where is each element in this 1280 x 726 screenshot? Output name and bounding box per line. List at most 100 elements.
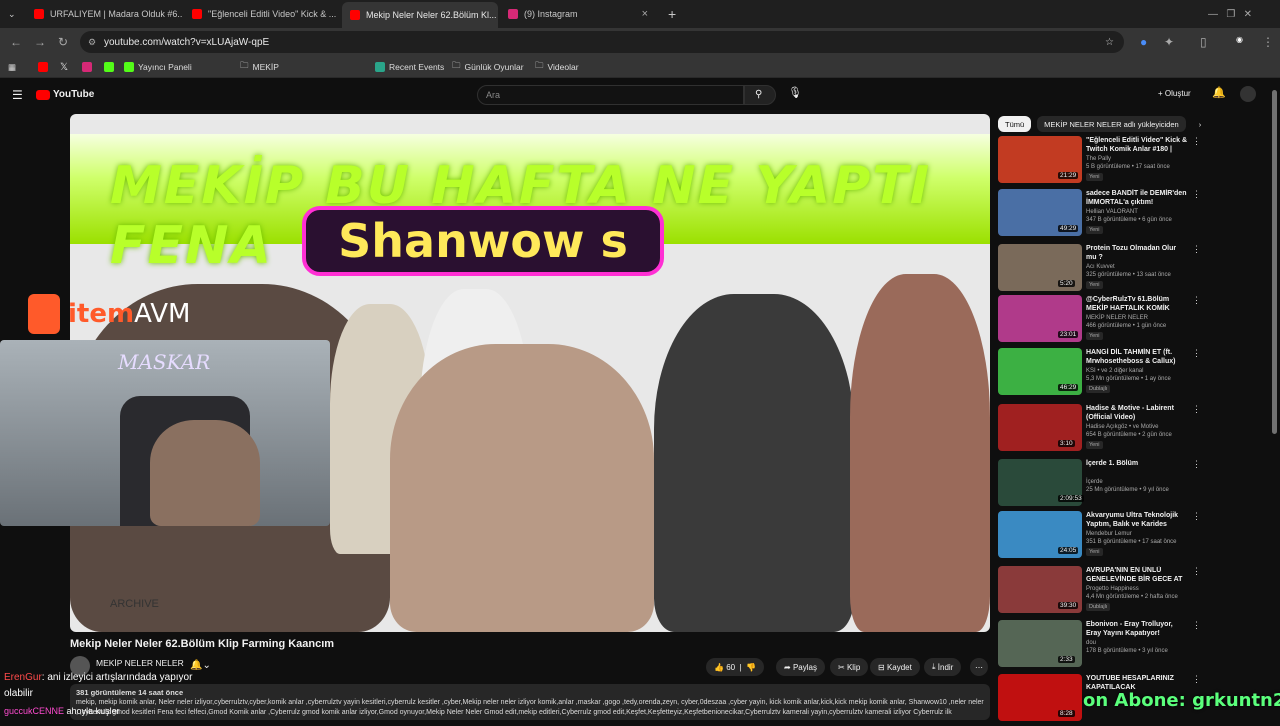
rec-channel[interactable]: KSI • ve 2 diğer kanal bbox=[1086, 368, 1143, 374]
microphone-icon[interactable]: 🎙 bbox=[788, 86, 802, 99]
description-box[interactable]: 381 görüntüleme 14 saat önce mekip, meki… bbox=[70, 684, 990, 720]
rec-channel[interactable]: Mendebur Lemur bbox=[1086, 531, 1132, 537]
rec-channel[interactable]: Acı Kuvvet bbox=[1086, 264, 1115, 270]
back-icon[interactable]: ← bbox=[10, 35, 22, 49]
more-options-icon[interactable]: ⋮ bbox=[1192, 620, 1201, 631]
bookmark-recent-events[interactable]: Recent Events bbox=[375, 60, 444, 74]
bookmark-yayinci-paneli[interactable]: Yayıncı Paneli bbox=[124, 60, 192, 74]
notifications-bell-icon[interactable]: 🔔 bbox=[1212, 86, 1226, 99]
rec-title[interactable]: HANGİ DİL TAHMİN ET (ft. Mrwhosetheboss … bbox=[1086, 348, 1188, 366]
rec-title[interactable]: Protein Tozu Olmadan Olur mu ? bbox=[1086, 244, 1188, 262]
chevron-right-icon[interactable]: › bbox=[1192, 116, 1209, 132]
recommended-video[interactable]: 3:10 Hadise & Motive - Labirent (Official… bbox=[998, 404, 1201, 456]
tab-3[interactable]: (9) Instagram × bbox=[500, 4, 656, 24]
forward-icon[interactable]: → bbox=[34, 35, 46, 49]
chip-uploader[interactable]: MEKİP NELER NELER adlı yükleyiciden bbox=[1037, 116, 1186, 132]
rec-title[interactable]: "Eğlenceli Editli Video" Kick & Twitch K… bbox=[1086, 136, 1188, 154]
more-options-icon[interactable]: ⋮ bbox=[1192, 244, 1201, 255]
extension-icon[interactable]: ● bbox=[1140, 35, 1147, 49]
rec-channel[interactable]: Hellian VALORANT bbox=[1086, 209, 1138, 215]
more-options-icon[interactable]: ⋮ bbox=[1192, 136, 1201, 147]
bookmark-kick[interactable] bbox=[104, 60, 118, 74]
account-avatar[interactable] bbox=[1240, 86, 1256, 102]
rec-channel[interactable]: The Pally bbox=[1086, 156, 1111, 162]
tab-2-active[interactable]: Mekip Neler Neler 62.Bölüm Kl... × bbox=[342, 2, 498, 28]
rec-channel[interactable]: İçerde bbox=[1086, 479, 1103, 485]
more-options-icon[interactable]: ⋮ bbox=[1192, 404, 1201, 415]
recommended-video[interactable]: 49:29 sadece BANDİT ile DEMİR'den İMMORTA… bbox=[998, 189, 1201, 241]
save-button[interactable]: ⊟ Kaydet bbox=[870, 658, 920, 676]
url-field[interactable]: ⚙ youtube.com/watch?v=xLUAjaW-qpE ☆ bbox=[80, 31, 1124, 53]
search-button[interactable]: ⚲ bbox=[744, 85, 776, 105]
site-info-icon[interactable]: ⚙ bbox=[88, 37, 96, 48]
sidepanel-icon[interactable]: ▯ bbox=[1200, 35, 1207, 49]
clip-button[interactable]: ✂ Klip bbox=[830, 658, 869, 676]
new-tab-button[interactable]: + bbox=[660, 4, 680, 24]
more-options-icon[interactable]: ⋮ bbox=[1192, 348, 1201, 359]
recommended-video[interactable]: 8:28 YOUTUBE HESAPLARINIZ KAPATILACAK ⋮ bbox=[998, 674, 1201, 726]
more-options-icon[interactable]: ⋮ bbox=[1192, 566, 1201, 577]
share-button[interactable]: ➦ Paylaş bbox=[776, 658, 825, 676]
recommended-video[interactable]: 24:05 Akvaryumu Ultra Teknolojik Yaptım, … bbox=[998, 511, 1201, 563]
apps-grid-icon[interactable]: ▦ bbox=[8, 60, 16, 74]
recommended-video[interactable]: 23:01 @CyberRulzTv 61.Bölüm MEKİP HAFTALI… bbox=[998, 295, 1201, 347]
extensions-puzzle-icon[interactable]: ✦ bbox=[1164, 35, 1174, 49]
search-input[interactable]: Ara bbox=[477, 85, 744, 105]
recommended-video[interactable]: 21:29 "Eğlenceli Editli Video" Kick & Twi… bbox=[998, 136, 1201, 188]
hamburger-menu-icon[interactable]: ☰ bbox=[12, 88, 23, 102]
bookmark-videolar[interactable]: 🗀 Videolar bbox=[535, 60, 579, 74]
reload-icon[interactable]: ↻ bbox=[58, 35, 68, 49]
bookmark-youtube[interactable] bbox=[38, 60, 52, 74]
rec-title[interactable]: sadece BANDİT ile DEMİR'den İMMORTAL'a ç… bbox=[1086, 189, 1188, 207]
rec-title[interactable]: AVRUPA'NIN EN ÜNLÜ GENELEVİNDE BİR GECE … bbox=[1086, 566, 1188, 584]
rec-title[interactable]: İçerde 1. Bölüm bbox=[1086, 459, 1188, 468]
rec-title[interactable]: @CyberRulzTv 61.Bölüm MEKİP HAFTALIK KOM… bbox=[1086, 295, 1188, 313]
more-options-icon[interactable]: ⋮ bbox=[1192, 459, 1201, 470]
window-controls[interactable]: — ❐ ✕ bbox=[1200, 4, 1280, 24]
bookmark-instagram[interactable] bbox=[82, 60, 96, 74]
close-icon[interactable]: × bbox=[636, 8, 648, 20]
more-options-icon[interactable]: ⋮ bbox=[1192, 674, 1201, 685]
rec-channel[interactable]: MEKİP NELER NELER bbox=[1086, 315, 1148, 321]
recommended-video[interactable]: 2:33 Ebonivon - Eray Trolluyor, Eray Yayı… bbox=[998, 620, 1201, 672]
close-icon[interactable]: × bbox=[497, 9, 498, 21]
rec-title[interactable]: Hadise & Motive - Labirent (Official Vid… bbox=[1086, 404, 1188, 422]
chip-all[interactable]: Tümü bbox=[998, 116, 1032, 132]
thumbs-up-icon[interactable]: 👍 bbox=[714, 663, 724, 672]
thumbs-down-icon[interactable]: 👎 bbox=[746, 663, 756, 672]
rec-title[interactable]: Akvaryumu Ultra Teknolojik Yaptım, Balık… bbox=[1086, 511, 1188, 529]
create-button[interactable]: + Oluştur bbox=[1158, 89, 1191, 98]
recommended-video[interactable]: 39:30 AVRUPA'NIN EN ÜNLÜ GENELEVİNDE BİR … bbox=[998, 566, 1201, 618]
more-options-icon[interactable]: ⋮ bbox=[1192, 189, 1201, 200]
page-scrollbar[interactable] bbox=[1272, 90, 1277, 434]
profile-avatar[interactable]: ◉ bbox=[1236, 35, 1243, 44]
more-options-icon[interactable]: ⋮ bbox=[1192, 295, 1201, 306]
subscribe-bell-icon[interactable]: 🔔⌄ bbox=[190, 660, 211, 671]
tab-label: Mekip Neler Neler 62.Bölüm Kl... bbox=[366, 10, 497, 20]
like-dislike-group[interactable]: 👍 60 | 👎 bbox=[706, 658, 765, 676]
tab-0[interactable]: URFALIYEM | Madara Olduk #6... × bbox=[26, 4, 182, 24]
bookmark-gunluk-oyunlar[interactable]: 🗀 Günlük Oyunlar bbox=[452, 60, 524, 74]
close-icon[interactable]: × bbox=[336, 8, 340, 20]
bookmark-star-icon[interactable]: ☆ bbox=[1105, 37, 1114, 48]
recommended-video[interactable]: 5:20 Protein Tozu Olmadan Olur mu ? Acı Ku… bbox=[998, 244, 1201, 296]
tab-search-menu[interactable]: ⌄ bbox=[0, 4, 22, 24]
recommended-video[interactable]: 2:09:53 İçerde 1. Bölüm İçerde 25 Mn görünt… bbox=[998, 459, 1201, 511]
person-figure bbox=[850, 274, 990, 632]
bookmark-mekip[interactable]: 🗀 MEKİP bbox=[240, 60, 279, 74]
bookmark-x[interactable]: 𝕏 bbox=[60, 60, 68, 74]
tab-1[interactable]: "Eğlenceli Editli Video" Kick & ... × bbox=[184, 4, 340, 24]
channel-name[interactable]: MEKİP NELER NELER bbox=[96, 658, 184, 668]
recommended-video[interactable]: 46:29 HANGİ DİL TAHMİN ET (ft. Mrwhosethe… bbox=[998, 348, 1201, 400]
rec-title[interactable]: Ebonivon - Eray Trolluyor, Eray Yayını K… bbox=[1086, 620, 1188, 638]
more-actions-button[interactable]: ⋯ bbox=[970, 658, 988, 676]
menu-dots-icon[interactable]: ⋮ bbox=[1262, 35, 1274, 49]
rec-title[interactable]: YOUTUBE HESAPLARINIZ KAPATILACAK bbox=[1086, 674, 1188, 692]
rec-channel[interactable]: dou bbox=[1086, 640, 1096, 646]
rec-channel[interactable]: Hadise Açıkgöz • ve Motive bbox=[1086, 424, 1158, 430]
rec-channel[interactable]: Progetto Happiness bbox=[1086, 586, 1139, 592]
youtube-logo[interactable]: YouTube bbox=[36, 89, 94, 100]
shopping-bag-icon bbox=[28, 294, 60, 334]
more-options-icon[interactable]: ⋮ bbox=[1192, 511, 1201, 522]
download-button[interactable]: ⤓ İndir bbox=[924, 658, 962, 676]
